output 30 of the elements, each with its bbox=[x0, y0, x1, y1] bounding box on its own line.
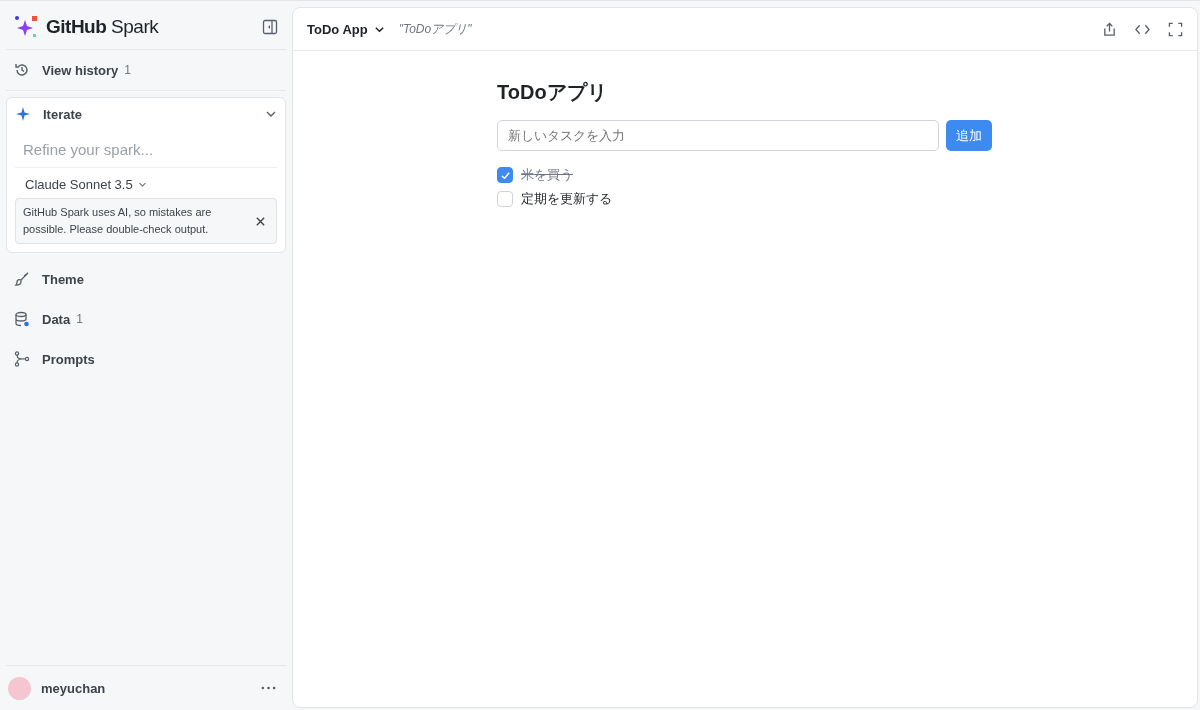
notice-text: GitHub Spark uses AI, so mistakes are possible. Please double-check output. bbox=[23, 205, 213, 237]
data-item[interactable]: Data 1 bbox=[6, 299, 286, 339]
brand-name: GitHub Spark bbox=[46, 16, 160, 38]
task-input-field[interactable]: 新しいタスクを入力 bbox=[497, 120, 939, 151]
checkmark-icon bbox=[499, 169, 511, 181]
app-subtitle: "ToDoアプリ" bbox=[398, 20, 472, 38]
app-name-dropdown[interactable]: ToDo App bbox=[307, 21, 385, 37]
sparkle-icon bbox=[15, 106, 31, 122]
more-options-button[interactable] bbox=[259, 684, 278, 692]
collapse-sidebar-button[interactable] bbox=[260, 17, 280, 37]
close-icon[interactable] bbox=[255, 215, 266, 227]
history-icon bbox=[14, 62, 30, 78]
task-text: 米を買う bbox=[521, 166, 573, 184]
view-history-item[interactable]: View history 1 bbox=[6, 50, 286, 91]
task-text: 定期を更新する bbox=[521, 190, 612, 208]
theme-item[interactable]: Theme bbox=[6, 259, 286, 299]
user-name: meyuchan bbox=[41, 680, 107, 696]
avatar bbox=[8, 676, 31, 700]
checkbox[interactable] bbox=[497, 167, 513, 183]
caret-icon bbox=[137, 180, 147, 189]
prompts-item[interactable]: Prompts bbox=[6, 339, 286, 379]
share-icon[interactable] bbox=[1102, 21, 1117, 37]
database-icon bbox=[14, 311, 30, 327]
sparkle-logo-icon bbox=[14, 15, 38, 39]
brush-icon bbox=[14, 271, 30, 287]
branch-icon bbox=[14, 351, 30, 367]
model-dropdown[interactable]: Claude Sonnet 3.5 bbox=[15, 168, 157, 198]
fullscreen-icon[interactable] bbox=[1168, 21, 1183, 37]
iterate-title: Iterate bbox=[43, 106, 84, 122]
app-title: ToDoアプリ bbox=[497, 80, 608, 105]
